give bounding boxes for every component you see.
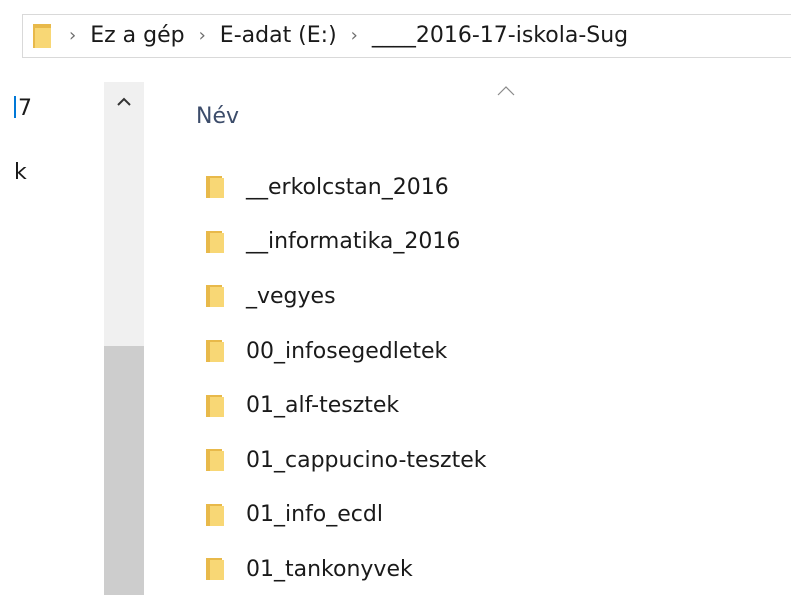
- nav-item[interactable]: 7: [14, 96, 32, 121]
- file-row[interactable]: 01_cappucino-tesztek: [144, 433, 791, 488]
- folder-icon: [206, 394, 224, 417]
- file-name: __informatika_2016: [246, 229, 461, 255]
- file-list: __erkolcstan_2016 __informatika_2016 _ve…: [144, 160, 791, 597]
- folder-icon: [206, 176, 224, 199]
- folder-icon: [206, 558, 224, 581]
- folder-icon: [206, 230, 224, 253]
- file-name: 00_infosegedletek: [246, 338, 448, 364]
- nav-item-label: k: [14, 160, 27, 185]
- folder-icon: [206, 285, 224, 308]
- file-row[interactable]: 01_info_ecdl: [144, 488, 791, 543]
- file-row[interactable]: 01_alf-tesztek: [144, 378, 791, 433]
- file-name: _vegyes: [246, 283, 336, 309]
- file-name: 01_alf-tesztek: [246, 393, 400, 419]
- file-row[interactable]: 01_tankonyvek: [144, 542, 791, 597]
- breadcrumb-drive-e[interactable]: E-adat (E:): [214, 15, 343, 57]
- sort-ascending-icon: [496, 82, 516, 98]
- column-header-name[interactable]: Név: [144, 82, 791, 148]
- breadcrumb-this-pc[interactable]: Ez a gép: [84, 15, 190, 57]
- file-name: __erkolcstan_2016: [246, 174, 449, 200]
- nav-item[interactable]: k: [14, 160, 27, 185]
- file-name: 01_cappucino-tesztek: [246, 447, 487, 473]
- file-row[interactable]: __informatika_2016: [144, 215, 791, 270]
- file-row[interactable]: 00_infosegedletek: [144, 324, 791, 379]
- navigation-pane: 7 k: [0, 82, 104, 595]
- folder-icon: [31, 21, 55, 51]
- breadcrumb-current-folder[interactable]: ____2016-17-iskola-Sug: [366, 15, 634, 57]
- file-name: 01_tankonyvek: [246, 556, 413, 582]
- file-list-pane: Név __erkolcstan_2016 __informatika_2016…: [144, 62, 791, 595]
- nav-scrollbar[interactable]: [104, 82, 144, 595]
- file-name: 01_info_ecdl: [246, 502, 383, 528]
- folder-icon: [206, 340, 224, 363]
- file-row[interactable]: __erkolcstan_2016: [144, 160, 791, 215]
- address-bar[interactable]: › Ez a gép › E-adat (E:) › ____2016-17-i…: [22, 14, 791, 58]
- file-row[interactable]: _vegyes: [144, 269, 791, 324]
- folder-icon: [206, 503, 224, 526]
- scrollbar-thumb[interactable]: [104, 346, 144, 595]
- chevron-right-icon[interactable]: ›: [343, 15, 366, 57]
- column-header-label: Név: [196, 104, 240, 129]
- chevron-right-icon[interactable]: ›: [61, 15, 84, 57]
- folder-icon: [206, 449, 224, 472]
- chevron-right-icon[interactable]: ›: [191, 15, 214, 57]
- nav-item-fragment: [14, 96, 16, 118]
- chevron-up-icon[interactable]: [104, 82, 144, 122]
- nav-item-label: 7: [18, 96, 32, 121]
